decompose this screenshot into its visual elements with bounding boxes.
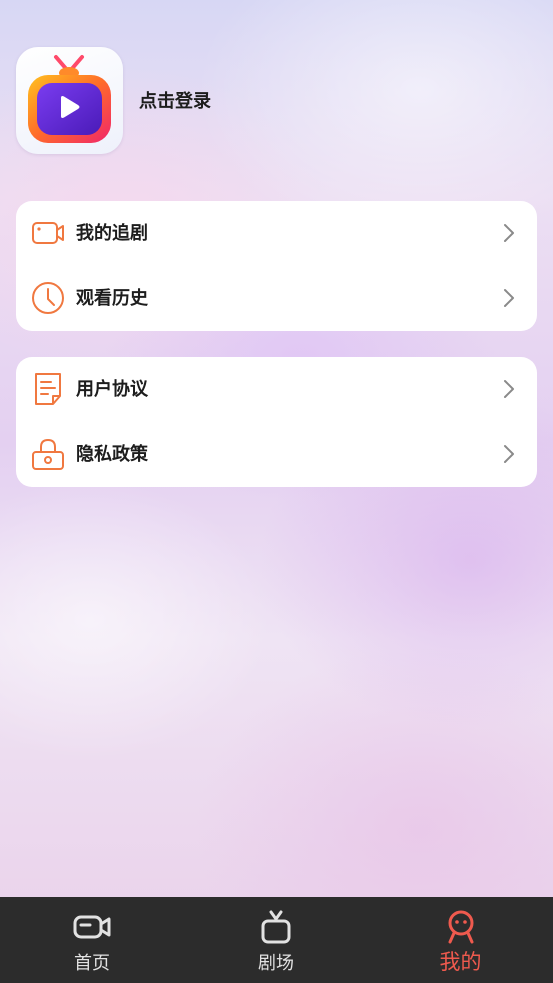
menu-card-content: 我的追剧 观看历史	[16, 201, 537, 331]
menu-item-privacy-policy[interactable]: 隐私政策	[16, 422, 537, 487]
menu-item-label: 观看历史	[76, 288, 148, 309]
lock-icon	[32, 438, 64, 470]
menu-item-user-agreement[interactable]: 用户协议	[16, 357, 537, 422]
chevron-right-icon	[504, 380, 514, 398]
chevron-right-icon	[504, 224, 514, 242]
clock-icon	[32, 282, 64, 314]
menu-item-watch-history[interactable]: 观看历史	[16, 266, 537, 331]
login-prompt[interactable]: 点击登录	[139, 87, 211, 113]
tab-home[interactable]: 首页	[0, 897, 184, 983]
menu-item-label: 隐私政策	[76, 444, 148, 465]
tab-mine[interactable]: 我的	[368, 897, 553, 983]
tab-label: 剧场	[258, 953, 294, 974]
tab-label: 我的	[439, 950, 482, 974]
tab-theater[interactable]: 剧场	[184, 897, 368, 983]
menu-item-my-follows[interactable]: 我的追剧	[16, 201, 537, 266]
profile-header[interactable]: 点击登录	[16, 46, 211, 154]
tv-play-app-icon[interactable]	[16, 46, 123, 154]
chevron-right-icon	[504, 289, 514, 307]
tab-label: 首页	[74, 953, 110, 974]
video-camera-icon	[73, 915, 111, 939]
chevron-right-icon	[504, 445, 514, 463]
document-icon	[35, 373, 61, 405]
bottom-tab-bar: 首页 剧场 我的	[0, 897, 553, 983]
user-face-icon	[448, 910, 473, 944]
menu-item-label: 用户协议	[76, 379, 148, 400]
menu-card-legal: 用户协议 隐私政策	[16, 357, 537, 487]
tv-icon	[261, 910, 291, 944]
video-camera-icon	[32, 222, 64, 244]
menu-item-label: 我的追剧	[76, 223, 148, 244]
